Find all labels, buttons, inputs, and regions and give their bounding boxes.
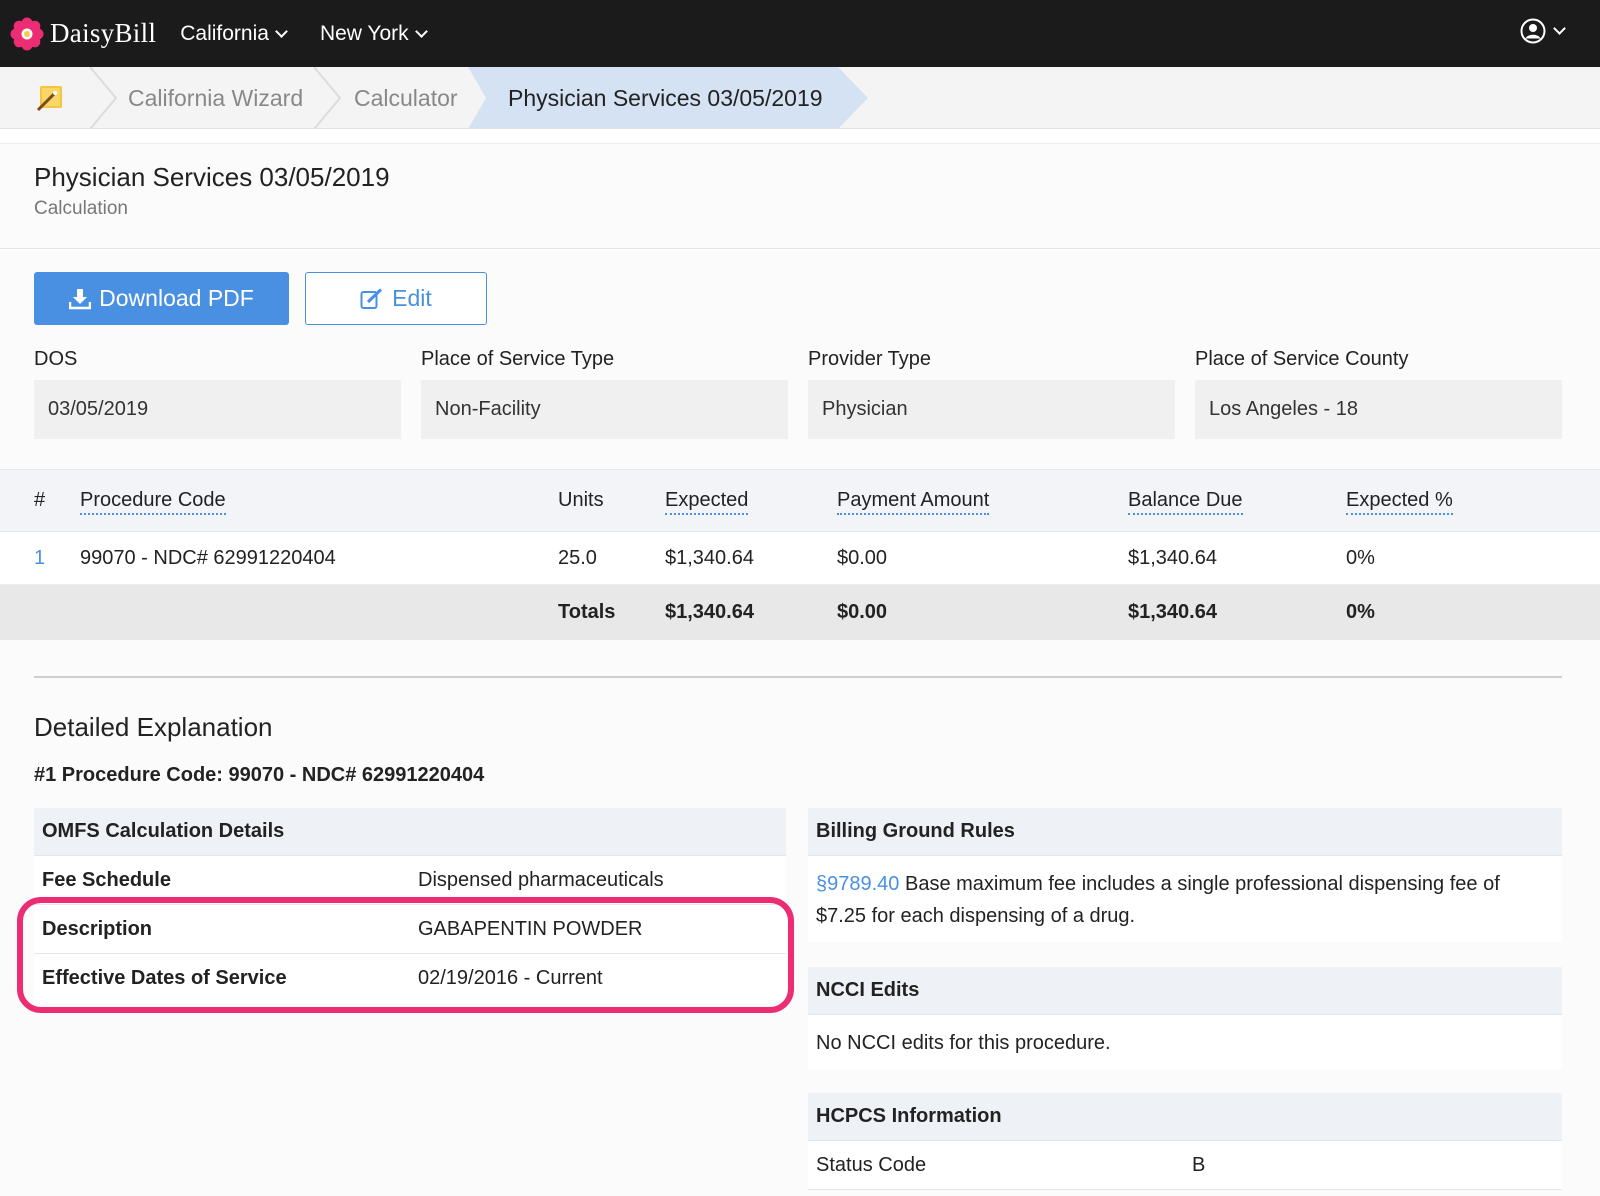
procedure-heading: #1 Procedure Code: 99070 - NDC# 62991220… bbox=[34, 764, 485, 786]
place-of-service-type-label: Place of Service Type bbox=[421, 348, 615, 370]
chevron-down-icon bbox=[1553, 22, 1566, 35]
chevron-down-icon bbox=[275, 24, 288, 38]
breadcrumb: California Wizard Calculator Physician S… bbox=[0, 67, 1600, 129]
breadcrumb-california-wizard[interactable]: California Wizard bbox=[128, 67, 303, 128]
ncci-edits-panel: NCCI Edits No NCCI edits for this proced… bbox=[808, 967, 1562, 1069]
user-circle-icon bbox=[1520, 18, 1546, 44]
column-header-label: Expected % bbox=[1346, 487, 1453, 515]
ncci-edits-heading: NCCI Edits bbox=[808, 967, 1562, 1015]
download-icon bbox=[69, 288, 92, 309]
brand-logo-link[interactable]: DaisyBill bbox=[10, 0, 156, 67]
wand-icon bbox=[36, 86, 62, 112]
column-header-label: Procedure Code bbox=[80, 487, 226, 515]
column-header-number: # bbox=[34, 489, 46, 511]
totals-payment-amount: $0.00 bbox=[837, 601, 888, 623]
breadcrumb-separator bbox=[89, 67, 118, 128]
table-row: 1 99070 - NDC# 62991220404 25.0 $1,340.6… bbox=[0, 532, 1600, 585]
totals-expected-percent: 0% bbox=[1346, 601, 1375, 623]
status-code-key: Status Code bbox=[816, 1153, 927, 1176]
dos-label: DOS bbox=[34, 348, 78, 370]
download-pdf-button[interactable]: Download PDF bbox=[34, 272, 289, 325]
effective-dates-key: Effective Dates of Service bbox=[42, 967, 287, 989]
fee-schedule-value: Dispensed pharmaceuticals bbox=[418, 868, 664, 891]
breadcrumb-calculator[interactable]: Calculator bbox=[354, 67, 458, 128]
units-cell: 25.0 bbox=[558, 546, 597, 569]
regulation-link[interactable]: §9789.40 bbox=[816, 873, 899, 895]
column-header-units: Units bbox=[558, 489, 604, 511]
effective-dates-value: 02/19/2016 - Current bbox=[418, 967, 603, 989]
detailed-explanation-title: Detailed Explanation bbox=[34, 712, 273, 742]
ground-rule-description: Base maximum fee includes a single profe… bbox=[816, 873, 1500, 927]
breadcrumb-separator bbox=[313, 67, 342, 128]
description-key: Description bbox=[42, 917, 153, 940]
hcpcs-heading: HCPCS Information bbox=[808, 1093, 1562, 1141]
fee-schedule-key: Fee Schedule bbox=[42, 868, 171, 891]
brand-name: DaisyBill bbox=[50, 18, 157, 48]
provider-type-label: Provider Type bbox=[808, 348, 932, 370]
section-divider bbox=[34, 676, 1562, 678]
page-title: Physician Services 03/05/2019 bbox=[34, 162, 390, 192]
procedure-table-header: # Procedure Code Units Expected Payment … bbox=[0, 469, 1600, 532]
billing-ground-rules-heading: Billing Ground Rules bbox=[808, 808, 1562, 856]
totals-label: Totals bbox=[558, 601, 616, 623]
nav-menu-california[interactable]: California bbox=[180, 21, 288, 46]
nav-menu-label: New York bbox=[319, 21, 409, 45]
state-menu: California New York bbox=[180, 0, 459, 67]
procedure-code-cell: 99070 - NDC# 62991220404 bbox=[80, 546, 336, 569]
column-header-balance-due[interactable]: Balance Due bbox=[1128, 470, 1243, 531]
status-code-row: Status Code B bbox=[808, 1141, 1562, 1190]
billing-ground-rules-panel: Billing Ground Rules §9789.40 Base maxim… bbox=[808, 808, 1562, 942]
fee-schedule-row: Fee Schedule Dispensed pharmaceuticals bbox=[34, 856, 786, 905]
expected-cell: $1,340.64 bbox=[665, 546, 754, 569]
omfs-calculation-panel: OMFS Calculation Details Fee Schedule Di… bbox=[34, 808, 786, 1003]
place-of-service-type-field: Non-Facility bbox=[421, 380, 788, 439]
edit-button[interactable]: Edit bbox=[305, 272, 487, 325]
hcpcs-information-panel: HCPCS Information Status Code B bbox=[808, 1093, 1562, 1190]
edit-label: Edit bbox=[392, 285, 432, 311]
billing-ground-rules-text: §9789.40 Base maximum fee includes a sin… bbox=[808, 856, 1562, 942]
dos-field: 03/05/2019 bbox=[34, 380, 401, 439]
ncci-edits-text: No NCCI edits for this procedure. bbox=[816, 1032, 1111, 1054]
column-header-expected-percent[interactable]: Expected % bbox=[1346, 470, 1453, 531]
column-header-expected[interactable]: Expected bbox=[665, 470, 749, 531]
balance-due-cell: $1,340.64 bbox=[1128, 546, 1217, 569]
payment-amount-cell: $0.00 bbox=[837, 546, 888, 569]
edit-icon bbox=[360, 287, 383, 309]
page-subtitle: Calculation bbox=[34, 198, 128, 219]
description-value: GABAPENTIN POWDER bbox=[418, 917, 643, 940]
omfs-panel-heading: OMFS Calculation Details bbox=[34, 808, 786, 856]
place-of-service-county-field: Los Angeles - 18 bbox=[1195, 380, 1562, 439]
procedure-table: # Procedure Code Units Expected Payment … bbox=[0, 469, 1600, 640]
breadcrumb-home[interactable] bbox=[34, 67, 66, 128]
top-navbar: DaisyBill California New York bbox=[0, 0, 1600, 67]
totals-expected: $1,340.64 bbox=[665, 601, 754, 623]
expected-percent-cell: 0% bbox=[1346, 546, 1375, 569]
breadcrumb-current: Physician Services 03/05/2019 bbox=[508, 84, 823, 111]
effective-dates-row: Effective Dates of Service 02/19/2016 - … bbox=[34, 954, 786, 1003]
column-header-procedure-code[interactable]: Procedure Code bbox=[80, 470, 226, 531]
nav-menu-new-york[interactable]: New York bbox=[319, 21, 428, 46]
place-of-service-county-label: Place of Service County bbox=[1195, 348, 1409, 370]
column-header-label: Expected bbox=[665, 487, 749, 515]
status-code-value: B bbox=[1192, 1153, 1206, 1176]
column-header-label: Payment Amount bbox=[837, 487, 990, 515]
chevron-down-icon bbox=[414, 24, 428, 38]
totals-balance-due: $1,340.64 bbox=[1128, 601, 1217, 623]
column-header-label: Balance Due bbox=[1128, 487, 1243, 515]
nav-menu-label: California bbox=[180, 21, 269, 45]
row-number-link[interactable]: 1 bbox=[34, 532, 45, 584]
description-row: Description GABAPENTIN POWDER bbox=[34, 905, 786, 954]
download-pdf-label: Download PDF bbox=[99, 285, 254, 311]
column-header-payment-amount[interactable]: Payment Amount bbox=[837, 470, 990, 531]
provider-type-field: Physician bbox=[808, 380, 1175, 439]
page-header: Physician Services 03/05/2019 Calculatio… bbox=[0, 143, 1600, 249]
totals-row: Totals $1,340.64 $0.00 $1,340.64 0% bbox=[0, 585, 1600, 640]
user-menu[interactable] bbox=[1520, 18, 1566, 44]
daisy-logo-icon bbox=[10, 17, 44, 50]
